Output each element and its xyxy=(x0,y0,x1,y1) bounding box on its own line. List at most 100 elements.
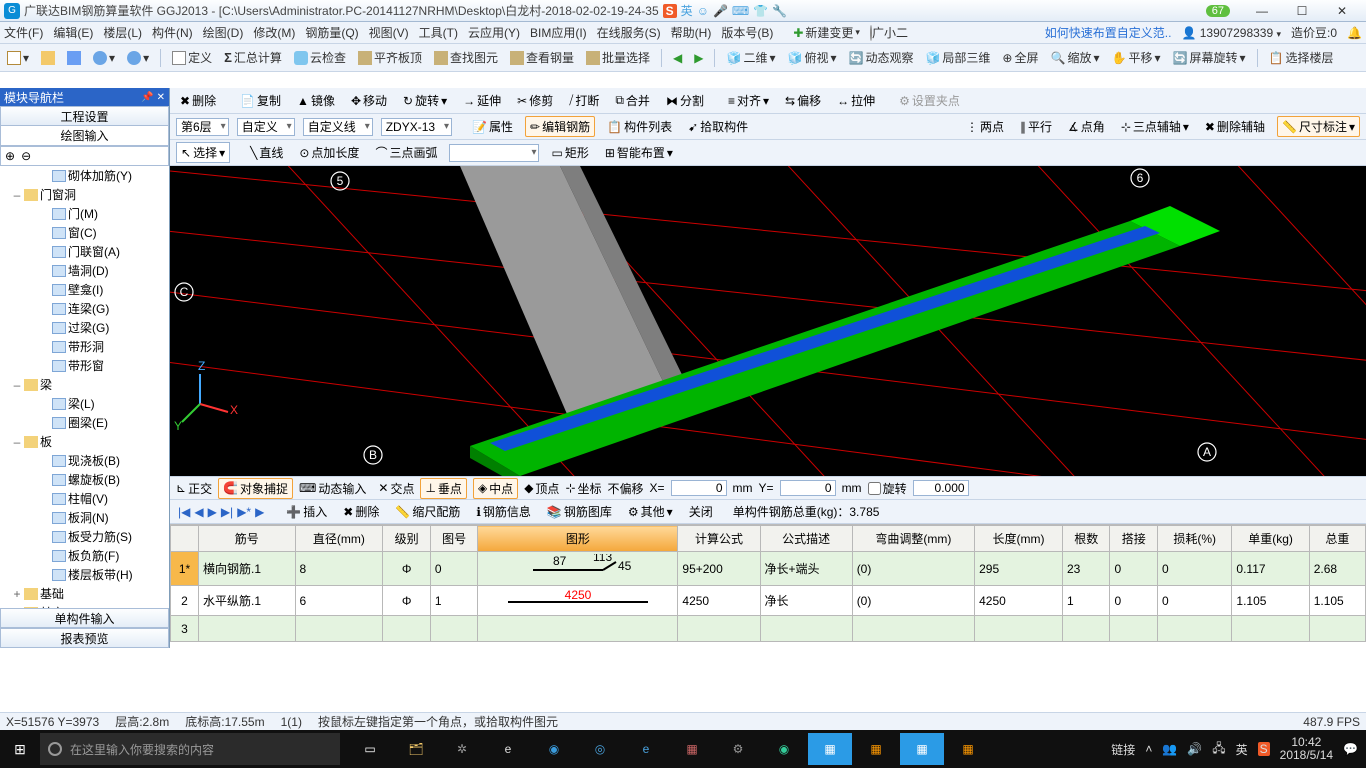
flattop-button[interactable]: 平齐板顶 xyxy=(355,48,425,67)
vertex-toggle[interactable]: ◆顶点 xyxy=(524,480,559,497)
cloudcheck-button[interactable]: 云检查 xyxy=(291,48,349,67)
menu-help[interactable]: 帮助(H) xyxy=(671,24,712,41)
angle-input[interactable]: 0.000 xyxy=(913,480,969,496)
menu-online[interactable]: 在线服务(S) xyxy=(597,24,661,41)
rect-button[interactable]: ▭矩形 xyxy=(547,143,592,162)
menu-view[interactable]: 视图(V) xyxy=(369,24,409,41)
tab-project-settings[interactable]: 工程设置 xyxy=(0,106,169,126)
tree-node[interactable]: 壁龛(I) xyxy=(0,280,169,299)
bell-icon[interactable]: 🔔 xyxy=(1347,26,1362,40)
x-input[interactable]: 0 xyxy=(671,480,727,496)
tree-node[interactable]: 梁(L) xyxy=(0,394,169,413)
pointangle-button[interactable]: ∡点角 xyxy=(1064,117,1109,136)
tray-sogou-icon[interactable]: S xyxy=(1258,742,1270,756)
app-2-icon[interactable]: ◉ xyxy=(532,733,576,765)
minimize-button[interactable]: — xyxy=(1242,2,1282,20)
findelem-button[interactable]: 查找图元 xyxy=(431,48,501,67)
tray-people-icon[interactable]: 👥 xyxy=(1162,742,1177,756)
tray-link[interactable]: 链接 xyxy=(1111,741,1135,758)
extend-button[interactable]: →延伸 xyxy=(459,91,505,110)
smartlayout-button[interactable]: ⊞智能布置▾ xyxy=(601,143,677,162)
tree-node[interactable]: 带形洞 xyxy=(0,337,169,356)
select-button[interactable]: ↖选择▾ xyxy=(176,142,230,163)
app-5-icon[interactable]: ▦ xyxy=(808,733,852,765)
menu-file[interactable]: 文件(F) xyxy=(4,24,43,41)
app-6-icon[interactable]: ▦ xyxy=(854,733,898,765)
tray-ime-icon[interactable]: 英 xyxy=(1236,741,1248,758)
maximize-button[interactable]: ☐ xyxy=(1282,2,1322,20)
menu-bim[interactable]: BIM应用(I) xyxy=(530,24,587,41)
floor-dropdown[interactable]: 第6层 xyxy=(176,118,229,136)
offset-dropdown[interactable]: 不偏移 xyxy=(608,480,644,497)
rotate-check[interactable]: 旋转 xyxy=(868,480,907,497)
viewsteel-button[interactable]: 查看钢量 xyxy=(507,48,577,67)
mirror-button[interactable]: ▲镜像 xyxy=(293,91,339,110)
delete-row-button[interactable]: ✖删除 xyxy=(339,502,383,521)
account-number[interactable]: 👤 13907298339 ▾ xyxy=(1181,26,1281,40)
next-button[interactable]: ▶ xyxy=(691,50,706,66)
undo-button[interactable]: ▾ xyxy=(90,50,118,66)
menu-floor[interactable]: 楼层(L) xyxy=(103,24,142,41)
pick-button[interactable]: ➹拾取构件 xyxy=(684,117,752,136)
align-button[interactable]: ≡对齐▾ xyxy=(724,91,773,110)
tree-node[interactable]: 楼层板带(H) xyxy=(0,565,169,584)
tree-node[interactable]: 过梁(G) xyxy=(0,318,169,337)
tree-node[interactable]: 板受力筋(S) xyxy=(0,527,169,546)
ime-bar[interactable]: S 英 ☺ 🎤 ⌨ 👕 🔧 xyxy=(663,2,787,19)
chrome-icon[interactable]: ◎ xyxy=(578,733,622,765)
taskview-icon[interactable]: ▭ xyxy=(348,733,392,765)
tree-node[interactable]: 板负筋(F) xyxy=(0,546,169,565)
new-button[interactable]: ▾ xyxy=(4,50,32,66)
menu-modify[interactable]: 修改(M) xyxy=(253,24,295,41)
twopoint-button[interactable]: ⋮两点 xyxy=(962,117,1008,136)
sumcalc-button[interactable]: Σ汇总计算 xyxy=(221,48,285,67)
setgrip-button[interactable]: ⚙设置夹点 xyxy=(895,91,964,110)
menu-steel[interactable]: 钢筋量(Q) xyxy=(305,24,358,41)
new-change-button[interactable]: ✚新建变更▾ xyxy=(793,24,860,41)
help-link[interactable]: 如何快速布置自定义范.. xyxy=(1045,24,1172,41)
tree-node[interactable]: 带形窗 xyxy=(0,356,169,375)
coin-balance[interactable]: 造价豆:0 xyxy=(1291,24,1337,41)
attr-button[interactable]: 📝属性 xyxy=(468,117,517,136)
close-button[interactable]: ✕ xyxy=(1322,2,1362,20)
coord-toggle[interactable]: ⊹坐标 xyxy=(565,480,601,497)
ortho-toggle[interactable]: ⊾正交 xyxy=(176,480,212,497)
notify-badge[interactable]: 67 xyxy=(1206,5,1230,17)
stretch-button[interactable]: ↔拉伸 xyxy=(833,91,879,110)
delaux-button[interactable]: ✖删除辅轴 xyxy=(1201,117,1269,136)
pan-button[interactable]: ✋平移▾ xyxy=(1109,48,1164,67)
break-button[interactable]: ⧸打断 xyxy=(565,91,603,110)
app-3-icon[interactable]: ▦ xyxy=(670,733,714,765)
other-button[interactable]: ⚙其他▾ xyxy=(624,502,677,521)
fullscreen-button[interactable]: ⊕全屏 xyxy=(999,48,1041,67)
tree-node[interactable]: –门窗洞 xyxy=(0,185,169,204)
scale-rebar-button[interactable]: 📏缩尺配筋 xyxy=(391,502,464,521)
split-button[interactable]: ⧓分割 xyxy=(662,91,708,110)
tray-net-icon[interactable]: 🖧 xyxy=(1212,739,1225,760)
tree-node[interactable]: 现浇板(B) xyxy=(0,451,169,470)
selectfloor-button[interactable]: 📋选择楼层 xyxy=(1266,48,1337,67)
category-dropdown[interactable]: 自定义 xyxy=(237,118,295,136)
dimension-button[interactable]: 📏尺寸标注▾ xyxy=(1277,116,1360,137)
insert-row-button[interactable]: ➕插入 xyxy=(282,502,331,521)
tray-up-icon[interactable]: ˄ xyxy=(1145,742,1152,756)
tab-report-preview[interactable]: 报表预览 xyxy=(0,628,169,648)
move-button[interactable]: ✥移动 xyxy=(347,91,391,110)
merge-button[interactable]: ⧉合并 xyxy=(611,91,654,110)
taskbar-search[interactable]: 在这里输入你要搜索的内容 xyxy=(40,733,340,765)
perp-toggle[interactable]: ⊥垂点 xyxy=(420,478,466,499)
steel-lib-button[interactable]: 📚钢筋图库 xyxy=(543,502,616,521)
pointlen-button[interactable]: ⊙点加长度 xyxy=(295,143,363,162)
tree-node[interactable]: 砌体加筋(Y) xyxy=(0,166,169,185)
editsteel-button[interactable]: ✏编辑钢筋 xyxy=(525,116,595,137)
snap-toggle[interactable]: 🧲对象捕捉 xyxy=(218,478,293,499)
local3d-button[interactable]: 🧊局部三维 xyxy=(922,48,993,67)
define-button[interactable]: 定义 xyxy=(169,48,215,67)
threeaux-button[interactable]: ⊹三点辅轴▾ xyxy=(1117,117,1193,136)
delete-button[interactable]: ✖删除 xyxy=(176,91,220,110)
type-dropdown[interactable]: 自定义线 xyxy=(303,118,373,136)
mid-toggle[interactable]: ◈中点 xyxy=(473,478,518,499)
tree-node[interactable]: 圈梁(E) xyxy=(0,413,169,432)
tree-node[interactable]: 板洞(N) xyxy=(0,508,169,527)
tab-single-input[interactable]: 单构件输入 xyxy=(0,608,169,628)
